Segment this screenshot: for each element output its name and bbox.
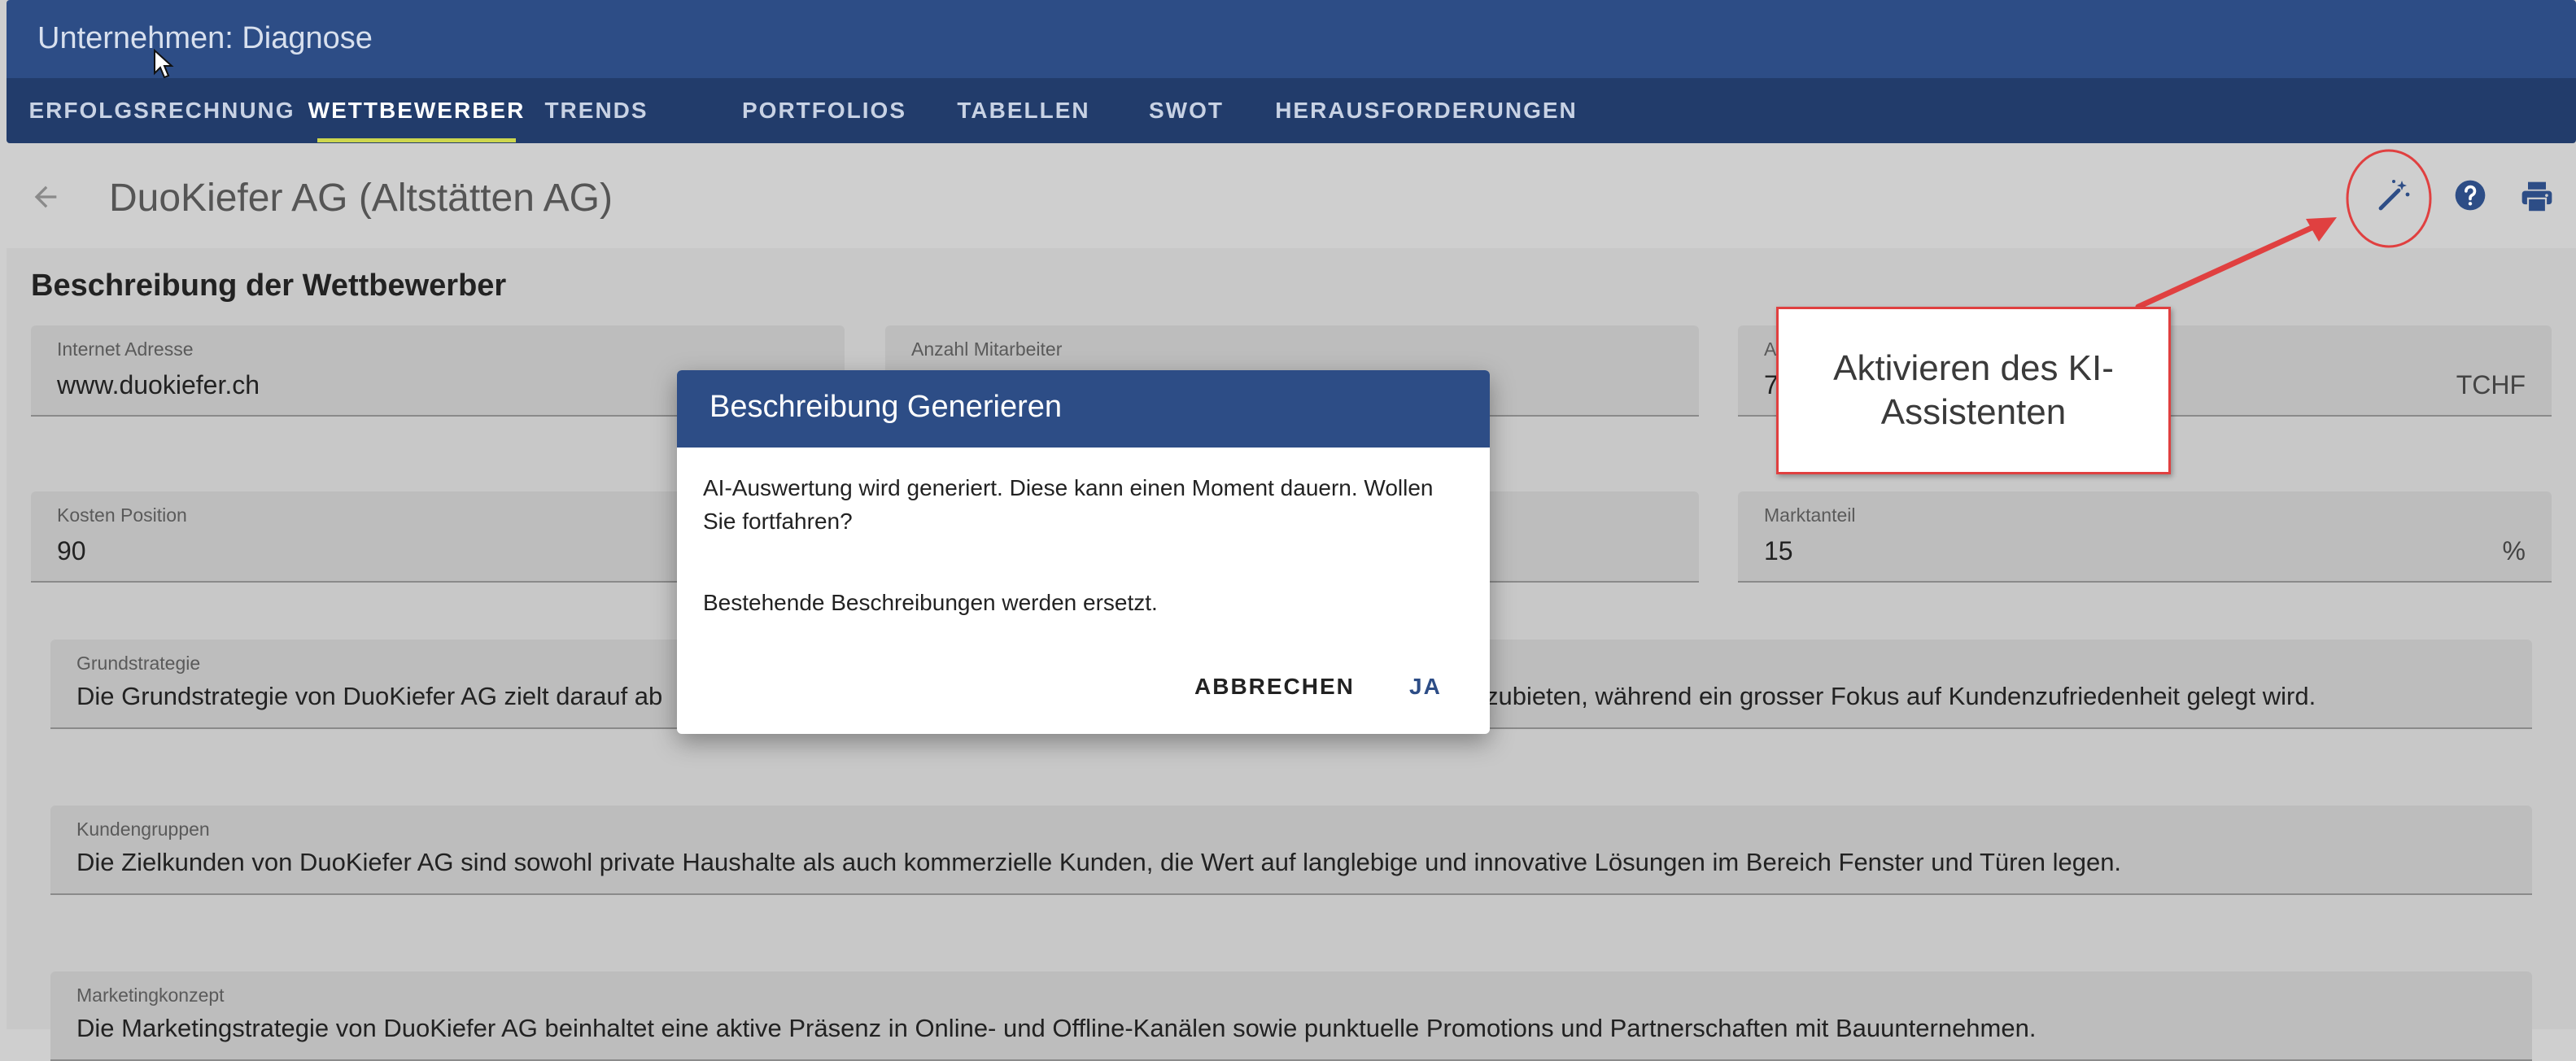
customer-groups-field[interactable]: Kundengruppen Die Zielkunden von DuoKief… (50, 806, 2532, 895)
annotation-callout: Aktivieren des KI-Assistenten (1776, 307, 2171, 474)
field-label: Kundengruppen (76, 819, 210, 840)
field-value: 90 (57, 536, 86, 565)
field-value: www.duokiefer.ch (57, 370, 260, 400)
annotation-arrow (2135, 217, 2337, 310)
print-icon[interactable] (2519, 179, 2555, 215)
field-label: A (1764, 338, 1777, 360)
field-value-end: zubieten, während ein grosser Fokus auf … (1486, 682, 2316, 710)
highlight-circle (2346, 149, 2432, 248)
tab-wettbewerber[interactable]: WETTBEWERBER (308, 78, 524, 143)
field-value: Die Marketingstrategie von DuoKiefer AG … (76, 1014, 2037, 1042)
market-share-field[interactable]: Marktanteil 15 % (1738, 491, 2552, 583)
field-unit: % (2502, 536, 2526, 565)
tab-tabellen[interactable]: TABELLEN (942, 78, 1105, 143)
help-icon[interactable] (2452, 177, 2488, 213)
field-unit: TCHF (2456, 370, 2526, 400)
field-label: Kosten Position (57, 504, 187, 526)
generate-description-dialog: Beschreibung Generieren AI-Auswertung wi… (677, 370, 1490, 734)
page-title: DuoKiefer AG (Altstätten AG) (109, 177, 613, 220)
field-value: Die Zielkunden von DuoKiefer AG sind sow… (76, 848, 2122, 876)
app-title: Unternehmen: Diagnose (37, 21, 373, 55)
mouse-cursor-icon (154, 49, 174, 79)
app-bar (7, 0, 2576, 78)
confirm-button[interactable]: JA (1409, 666, 1442, 707)
cancel-button[interactable]: ABBRECHEN (1194, 666, 1355, 707)
dialog-message: AI-Auswertung wird generiert. Diese kann… (703, 475, 1434, 534)
field-label: Marktanteil (1764, 504, 1856, 526)
annotation-text: Aktivieren des KI-Assistenten (1833, 348, 2114, 432)
active-tab-indicator (317, 138, 516, 142)
section-title: Beschreibung der Wettbewerber (31, 269, 507, 303)
field-label: Anzahl Mitarbeiter (911, 338, 1063, 360)
back-arrow-icon[interactable] (29, 181, 62, 213)
marketing-field[interactable]: Marketingkonzept Die Marketingstrategie … (50, 971, 2532, 1061)
field-label: Internet Adresse (57, 338, 194, 360)
tab-bar: ERFOLGSRECHNUNG WETTBEWERBER TRENDS PORT… (7, 78, 2576, 143)
tab-trends[interactable]: TRENDS (527, 78, 666, 143)
tab-swot[interactable]: SWOT (1129, 78, 1243, 143)
tab-herausforderungen[interactable]: HERAUSFORDERUNGEN (1264, 78, 1589, 143)
field-value-start: Die Grundstrategie von DuoKiefer AG ziel… (76, 682, 663, 710)
dialog-note: Bestehende Beschreibungen werden ersetzt… (703, 590, 1158, 615)
field-value: 15 (1764, 536, 1793, 565)
tab-erfolgsrechnung[interactable]: ERFOLGSRECHNUNG (7, 78, 317, 143)
field-label: Marketingkonzept (76, 985, 225, 1006)
field-label: Grundstrategie (76, 653, 201, 674)
dialog-title: Beschreibung Generieren (709, 390, 1063, 424)
tab-portfolios[interactable]: PORTFOLIOS (723, 78, 926, 143)
